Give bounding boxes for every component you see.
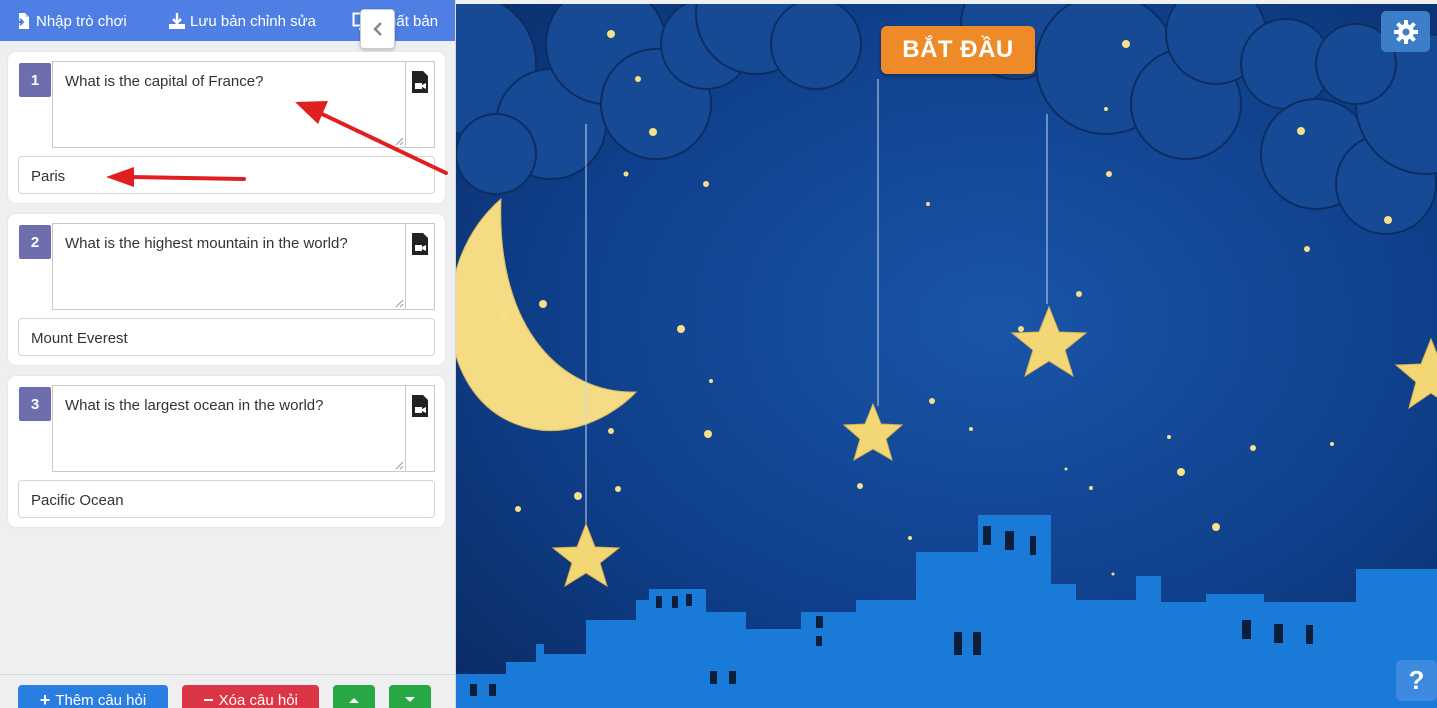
help-button[interactable]: ? <box>1396 660 1437 701</box>
download-icon <box>169 13 185 29</box>
import-game-button[interactable]: Nhập trò chơi <box>14 12 127 30</box>
plus-icon: + <box>39 689 51 708</box>
add-media-button[interactable] <box>406 223 435 310</box>
answer-text: Paris <box>31 168 66 185</box>
move-down-button[interactable] <box>389 685 431 708</box>
gear-icon <box>1393 19 1418 44</box>
start-game-button[interactable]: BẮT ĐẦU <box>881 26 1035 74</box>
app-window: Nhập trò chơi Lưu bản chỉnh sửa Xuất bản… <box>0 0 1437 708</box>
resize-grip-icon[interactable] <box>394 298 404 308</box>
settings-button[interactable] <box>1381 11 1430 52</box>
question-card-3: 3 What is the largest ocean in the world… <box>8 376 445 527</box>
save-edits-button[interactable]: Lưu bản chỉnh sửa <box>168 12 316 30</box>
question-text: What is the highest mountain in the worl… <box>65 235 348 252</box>
question-number-badge: 2 <box>19 225 51 259</box>
add-media-button[interactable] <box>406 385 435 472</box>
file-import-icon <box>15 13 29 29</box>
question-number-badge: 3 <box>19 387 51 421</box>
add-media-button[interactable] <box>406 61 435 148</box>
question-card-2: 2 What is the highest mountain in the wo… <box>8 214 445 365</box>
question-text-input[interactable]: What is the capital of France? <box>52 61 406 148</box>
bottom-divider <box>0 674 455 675</box>
add-question-label: Thêm câu hỏi <box>55 691 147 708</box>
import-game-label: Nhập trò chơi <box>36 12 127 30</box>
move-up-button[interactable] <box>333 685 375 708</box>
question-text: What is the capital of France? <box>65 73 264 90</box>
question-text-input[interactable]: What is the highest mountain in the worl… <box>52 223 406 310</box>
caret-up-icon <box>349 698 359 703</box>
question-text: What is the largest ocean in the world? <box>65 397 324 414</box>
chevron-left-icon <box>372 22 382 36</box>
answer-text: Mount Everest <box>31 330 128 347</box>
answer-input[interactable]: Pacific Ocean <box>18 480 435 518</box>
game-preview-stage: BẮT ĐẦU ? <box>456 4 1437 708</box>
video-file-icon <box>412 395 428 417</box>
resize-grip-icon[interactable] <box>394 460 404 470</box>
answer-text: Pacific Ocean <box>31 492 124 509</box>
save-edits-label: Lưu bản chỉnh sửa <box>190 12 316 30</box>
collapse-panel-button[interactable] <box>360 9 395 49</box>
caret-down-icon <box>405 697 415 702</box>
add-question-button[interactable]: + Thêm câu hỏi <box>18 685 168 708</box>
delete-question-label: Xóa câu hỏi <box>218 691 298 708</box>
resize-grip-icon[interactable] <box>394 136 404 146</box>
delete-question-button[interactable]: − Xóa câu hỏi <box>182 685 319 708</box>
answer-input[interactable]: Paris <box>18 156 435 194</box>
answer-input[interactable]: Mount Everest <box>18 318 435 356</box>
question-number-badge: 1 <box>19 63 51 97</box>
minus-icon: − <box>203 689 214 708</box>
question-card-1: 1 What is the capital of France? Paris <box>8 52 445 203</box>
night-sky-scene <box>456 4 1437 708</box>
video-file-icon <box>412 233 428 255</box>
video-file-icon <box>412 71 428 93</box>
question-text-input[interactable]: What is the largest ocean in the world? <box>52 385 406 472</box>
question-editor-panel: Nhập trò chơi Lưu bản chỉnh sửa Xuất bản… <box>0 0 456 708</box>
